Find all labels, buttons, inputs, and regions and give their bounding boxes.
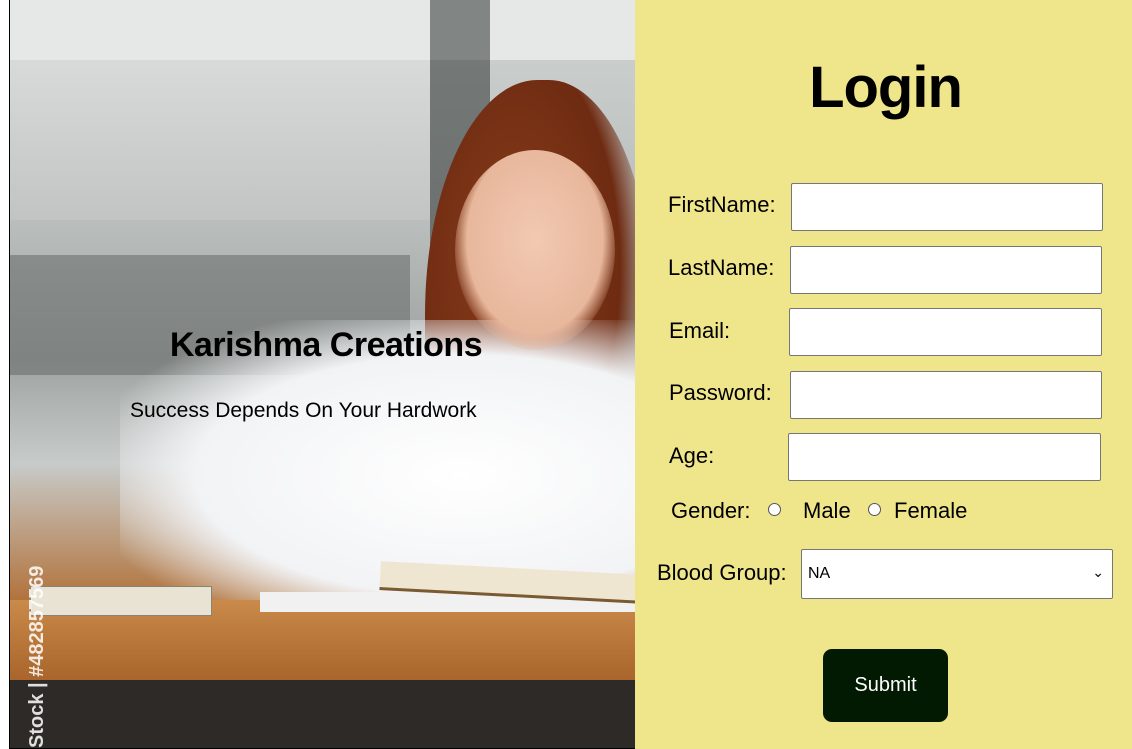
gender-male-radio[interactable] <box>768 503 781 516</box>
email-input[interactable] <box>789 308 1102 356</box>
gender-female-radio[interactable] <box>868 503 881 516</box>
submit-button[interactable]: Submit <box>823 649 948 722</box>
lastname-label: LastName: <box>668 255 775 280</box>
book <box>30 586 212 616</box>
brand-tagline: Success Depends On Your Hardwork <box>130 399 477 422</box>
gender-male-label: Male <box>803 498 851 523</box>
login-form: Login FirstName: LastName: Email: Passwo… <box>635 0 1132 749</box>
stock-watermark: Stock | #482857569 <box>26 565 48 748</box>
brand-title-text: Karishma Creations <box>169 326 483 364</box>
lastname-input[interactable] <box>790 246 1102 294</box>
hero-image: Stock | #482857569 Karishma Creations Su… <box>9 0 636 749</box>
blood-group-value: NA <box>808 565 831 582</box>
page: Stock | #482857569 Karishma Creations Su… <box>0 0 1132 749</box>
background-window-band <box>10 60 430 220</box>
brand-title: Karishma Creations <box>10 326 636 365</box>
firstname-label: FirstName: <box>668 192 776 217</box>
blood-group-select[interactable]: NA ⌄ <box>801 549 1113 599</box>
form-title: Login <box>635 54 1132 121</box>
email-label: Email: <box>669 318 731 343</box>
gender-label: Gender: <box>671 498 751 523</box>
background-window <box>10 0 636 60</box>
chevron-down-icon: ⌄ <box>1092 564 1104 580</box>
password-label: Password: <box>669 380 772 405</box>
woman-face <box>455 150 615 350</box>
desk-shadow <box>10 680 636 748</box>
blood-group-label: Blood Group: <box>657 560 787 585</box>
password-input[interactable] <box>790 371 1102 419</box>
firstname-input[interactable] <box>791 183 1103 231</box>
age-input[interactable] <box>788 433 1101 481</box>
gender-female-label: Female <box>894 498 968 523</box>
form-title-text: Login <box>809 55 963 120</box>
age-label: Age: <box>669 443 715 468</box>
